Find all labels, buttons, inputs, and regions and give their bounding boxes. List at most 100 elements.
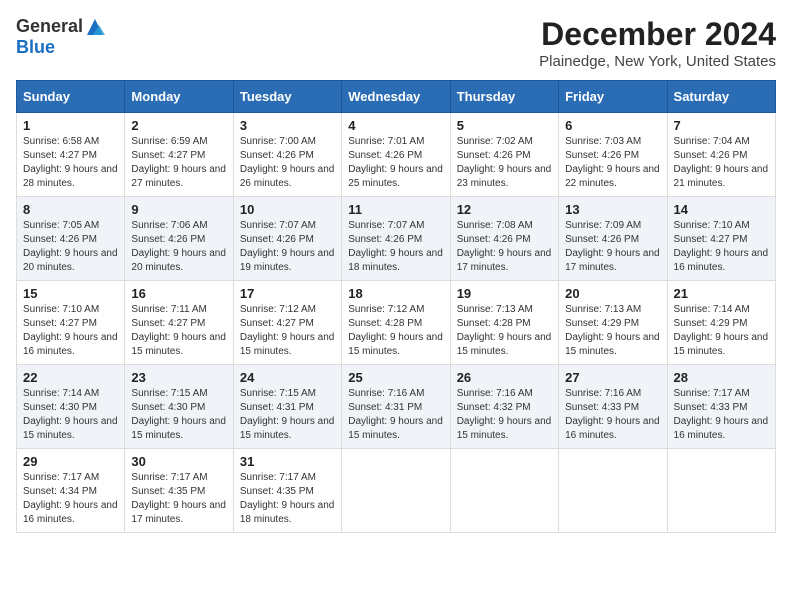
calendar-cell: 16Sunrise: 7:11 AMSunset: 4:27 PMDayligh… bbox=[125, 281, 233, 365]
day-number: 21 bbox=[674, 286, 769, 301]
logo-icon bbox=[85, 17, 105, 37]
calendar-day-header: Monday bbox=[125, 81, 233, 113]
day-info: Sunrise: 7:17 AMSunset: 4:33 PMDaylight:… bbox=[674, 387, 769, 443]
day-number: 27 bbox=[565, 370, 660, 385]
calendar-cell: 30Sunrise: 7:17 AMSunset: 4:35 PMDayligh… bbox=[125, 449, 233, 533]
day-number: 7 bbox=[674, 118, 769, 133]
day-number: 18 bbox=[348, 286, 443, 301]
calendar-table: SundayMondayTuesdayWednesdayThursdayFrid… bbox=[16, 80, 776, 533]
day-info: Sunrise: 7:12 AMSunset: 4:27 PMDaylight:… bbox=[240, 303, 335, 359]
day-info: Sunrise: 7:00 AMSunset: 4:26 PMDaylight:… bbox=[240, 135, 335, 191]
day-number: 4 bbox=[348, 118, 443, 133]
day-number: 16 bbox=[131, 286, 226, 301]
day-info: Sunrise: 7:16 AMSunset: 4:31 PMDaylight:… bbox=[348, 387, 443, 443]
day-number: 28 bbox=[674, 370, 769, 385]
day-info: Sunrise: 7:08 AMSunset: 4:26 PMDaylight:… bbox=[457, 219, 552, 275]
calendar-cell: 5 Sunrise: 7:02 AMSunset: 4:26 PMDaylight… bbox=[450, 113, 558, 197]
calendar-cell: 8Sunrise: 7:05 AMSunset: 4:26 PMDaylight… bbox=[17, 197, 125, 281]
calendar-cell bbox=[667, 449, 775, 533]
calendar-cell: 18Sunrise: 7:12 AMSunset: 4:28 PMDayligh… bbox=[342, 281, 450, 365]
day-number: 14 bbox=[674, 202, 769, 217]
logo: General Blue bbox=[16, 16, 105, 58]
day-number: 1 bbox=[23, 118, 118, 133]
day-info: Sunrise: 6:58 AMSunset: 4:27 PMDaylight:… bbox=[23, 135, 118, 191]
calendar-cell bbox=[450, 449, 558, 533]
day-number: 26 bbox=[457, 370, 552, 385]
calendar-week-row: 29 Sunrise: 7:17 AMSunset: 4:34 PMDayligh… bbox=[17, 449, 776, 533]
calendar-cell: 6 Sunrise: 7:03 AMSunset: 4:26 PMDaylight… bbox=[559, 113, 667, 197]
main-title: December 2024 bbox=[539, 16, 776, 53]
calendar-cell: 4Sunrise: 7:01 AMSunset: 4:26 PMDaylight… bbox=[342, 113, 450, 197]
calendar-cell: 27 Sunrise: 7:16 AMSunset: 4:33 PMDayligh… bbox=[559, 365, 667, 449]
calendar-cell: 14 Sunrise: 7:10 AMSunset: 4:27 PMDayligh… bbox=[667, 197, 775, 281]
day-info: Sunrise: 7:06 AMSunset: 4:26 PMDaylight:… bbox=[131, 219, 226, 275]
calendar-cell: 9 Sunrise: 7:06 AMSunset: 4:26 PMDaylight… bbox=[125, 197, 233, 281]
day-info: Sunrise: 7:10 AMSunset: 4:27 PMDaylight:… bbox=[23, 303, 118, 359]
calendar-cell: 17 Sunrise: 7:12 AMSunset: 4:27 PMDayligh… bbox=[233, 281, 341, 365]
calendar-cell: 10 Sunrise: 7:07 AMSunset: 4:26 PMDayligh… bbox=[233, 197, 341, 281]
header: General Blue December 2024 Plainedge, Ne… bbox=[16, 16, 776, 70]
day-info: Sunrise: 6:59 AMSunset: 4:27 PMDaylight:… bbox=[131, 135, 226, 191]
day-info: Sunrise: 7:15 AMSunset: 4:31 PMDaylight:… bbox=[240, 387, 335, 443]
calendar-cell: 13Sunrise: 7:09 AMSunset: 4:26 PMDayligh… bbox=[559, 197, 667, 281]
day-info: Sunrise: 7:09 AMSunset: 4:26 PMDaylight:… bbox=[565, 219, 660, 275]
day-info: Sunrise: 7:10 AMSunset: 4:27 PMDaylight:… bbox=[674, 219, 769, 275]
day-info: Sunrise: 7:04 AMSunset: 4:26 PMDaylight:… bbox=[674, 135, 769, 191]
title-section: December 2024 Plainedge, New York, Unite… bbox=[539, 16, 776, 70]
day-number: 9 bbox=[131, 202, 226, 217]
day-number: 5 bbox=[457, 118, 552, 133]
day-info: Sunrise: 7:13 AMSunset: 4:29 PMDaylight:… bbox=[565, 303, 660, 359]
day-number: 3 bbox=[240, 118, 335, 133]
day-number: 15 bbox=[23, 286, 118, 301]
calendar-cell: 31 Sunrise: 7:17 AMSunset: 4:35 PMDayligh… bbox=[233, 449, 341, 533]
calendar-day-header: Thursday bbox=[450, 81, 558, 113]
calendar-week-row: 15 Sunrise: 7:10 AMSunset: 4:27 PMDayligh… bbox=[17, 281, 776, 365]
day-number: 25 bbox=[348, 370, 443, 385]
calendar-cell: 21Sunrise: 7:14 AMSunset: 4:29 PMDayligh… bbox=[667, 281, 775, 365]
day-number: 6 bbox=[565, 118, 660, 133]
calendar-cell: 28 Sunrise: 7:17 AMSunset: 4:33 PMDayligh… bbox=[667, 365, 775, 449]
day-number: 11 bbox=[348, 202, 443, 217]
day-info: Sunrise: 7:17 AMSunset: 4:35 PMDaylight:… bbox=[240, 471, 335, 527]
day-info: Sunrise: 7:17 AMSunset: 4:34 PMDaylight:… bbox=[23, 471, 118, 527]
calendar-header-row: SundayMondayTuesdayWednesdayThursdayFrid… bbox=[17, 81, 776, 113]
calendar-day-header: Friday bbox=[559, 81, 667, 113]
day-number: 22 bbox=[23, 370, 118, 385]
day-number: 29 bbox=[23, 454, 118, 469]
day-info: Sunrise: 7:07 AMSunset: 4:26 PMDaylight:… bbox=[240, 219, 335, 275]
day-number: 24 bbox=[240, 370, 335, 385]
calendar-week-row: 8Sunrise: 7:05 AMSunset: 4:26 PMDaylight… bbox=[17, 197, 776, 281]
day-number: 12 bbox=[457, 202, 552, 217]
calendar-cell: 15 Sunrise: 7:10 AMSunset: 4:27 PMDayligh… bbox=[17, 281, 125, 365]
day-number: 20 bbox=[565, 286, 660, 301]
logo-general-text: General bbox=[16, 16, 83, 37]
calendar-cell: 25 Sunrise: 7:16 AMSunset: 4:31 PMDayligh… bbox=[342, 365, 450, 449]
logo-blue-text: Blue bbox=[16, 37, 55, 58]
calendar-cell: 3 Sunrise: 7:00 AMSunset: 4:26 PMDaylight… bbox=[233, 113, 341, 197]
day-info: Sunrise: 7:05 AMSunset: 4:26 PMDaylight:… bbox=[23, 219, 118, 275]
calendar-cell bbox=[342, 449, 450, 533]
calendar-cell bbox=[559, 449, 667, 533]
day-number: 30 bbox=[131, 454, 226, 469]
day-info: Sunrise: 7:02 AMSunset: 4:26 PMDaylight:… bbox=[457, 135, 552, 191]
day-info: Sunrise: 7:16 AMSunset: 4:33 PMDaylight:… bbox=[565, 387, 660, 443]
calendar-day-header: Sunday bbox=[17, 81, 125, 113]
calendar-cell: 29 Sunrise: 7:17 AMSunset: 4:34 PMDayligh… bbox=[17, 449, 125, 533]
calendar-cell: 26Sunrise: 7:16 AMSunset: 4:32 PMDayligh… bbox=[450, 365, 558, 449]
day-number: 2 bbox=[131, 118, 226, 133]
day-info: Sunrise: 7:13 AMSunset: 4:28 PMDaylight:… bbox=[457, 303, 552, 359]
day-number: 23 bbox=[131, 370, 226, 385]
day-info: Sunrise: 7:03 AMSunset: 4:26 PMDaylight:… bbox=[565, 135, 660, 191]
calendar-cell: 19Sunrise: 7:13 AMSunset: 4:28 PMDayligh… bbox=[450, 281, 558, 365]
day-info: Sunrise: 7:15 AMSunset: 4:30 PMDaylight:… bbox=[131, 387, 226, 443]
day-number: 10 bbox=[240, 202, 335, 217]
calendar-cell: 1 Sunrise: 6:58 AMSunset: 4:27 PMDaylight… bbox=[17, 113, 125, 197]
calendar-week-row: 1 Sunrise: 6:58 AMSunset: 4:27 PMDaylight… bbox=[17, 113, 776, 197]
calendar-cell: 22Sunrise: 7:14 AMSunset: 4:30 PMDayligh… bbox=[17, 365, 125, 449]
calendar-week-row: 22Sunrise: 7:14 AMSunset: 4:30 PMDayligh… bbox=[17, 365, 776, 449]
calendar-cell: 11Sunrise: 7:07 AMSunset: 4:26 PMDayligh… bbox=[342, 197, 450, 281]
calendar-cell: 7 Sunrise: 7:04 AMSunset: 4:26 PMDaylight… bbox=[667, 113, 775, 197]
day-number: 31 bbox=[240, 454, 335, 469]
calendar-day-header: Tuesday bbox=[233, 81, 341, 113]
day-number: 17 bbox=[240, 286, 335, 301]
